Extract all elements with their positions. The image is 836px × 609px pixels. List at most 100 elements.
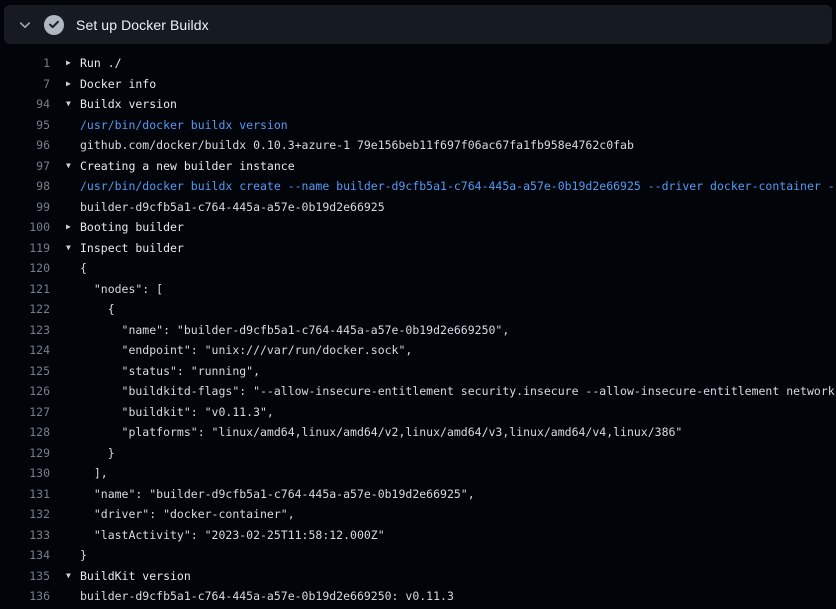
log-text: "lastActivity": "2023-02-25T11:58:12.000… <box>80 525 385 546</box>
arrow-spacer <box>66 361 80 382</box>
log-group-row[interactable]: 7 ▶Docker info <box>0 74 836 95</box>
line-number[interactable]: 120 <box>0 258 50 279</box>
log-row: 99 builder-d9cfb5a1-c764-445a-a57e-0b19d2… <box>0 197 836 218</box>
log-row: 98/usr/bin/docker buildx create --name b… <box>0 176 836 197</box>
line-number[interactable]: 119 <box>0 238 50 259</box>
line-number[interactable]: 124 <box>0 340 50 361</box>
log-text: Booting builder <box>80 217 184 238</box>
arrow-spacer <box>66 443 80 464</box>
triangle-right-icon[interactable]: ▶ <box>66 74 80 95</box>
arrow-spacer <box>66 422 80 443</box>
log-row: 132 "driver": "docker-container", <box>0 504 836 525</box>
arrow-spacer <box>66 463 80 484</box>
triangle-down-icon[interactable]: ▼ <box>66 156 80 177</box>
triangle-right-icon[interactable]: ▶ <box>66 53 80 74</box>
line-number[interactable]: 136 <box>0 586 50 607</box>
log-group-row[interactable]: 94 ▼Buildx version <box>0 94 836 115</box>
log-text: /usr/bin/docker buildx create --name bui… <box>80 176 836 197</box>
log-text: "nodes": [ <box>80 279 163 300</box>
line-number[interactable]: 135 <box>0 566 50 587</box>
log-group-row[interactable]: 135 ▼BuildKit version <box>0 566 836 587</box>
log-row: 133 "lastActivity": "2023-02-25T11:58:12… <box>0 525 836 546</box>
arrow-spacer <box>66 115 80 136</box>
log-rows: 1▶Run ./7▶Docker info94▼Buildx version95… <box>0 53 836 607</box>
arrow-spacer <box>66 545 80 566</box>
line-number[interactable]: 126 <box>0 381 50 402</box>
log-row: 120 { <box>0 258 836 279</box>
line-number[interactable]: 130 <box>0 463 50 484</box>
log-group-row[interactable]: 100 ▶Booting builder <box>0 217 836 238</box>
log-text: builder-d9cfb5a1-c764-445a-a57e-0b19d2e6… <box>80 586 454 607</box>
line-number[interactable]: 133 <box>0 525 50 546</box>
log-text: "endpoint": "unix:///var/run/docker.sock… <box>80 340 412 361</box>
line-number[interactable]: 125 <box>0 361 50 382</box>
log-text: "buildkit": "v0.11.3", <box>80 402 274 423</box>
log-text: Docker info <box>80 74 156 95</box>
log-text: /usr/bin/docker buildx version <box>80 115 288 136</box>
triangle-down-icon[interactable]: ▼ <box>66 566 80 587</box>
log-group-row[interactable]: 1 ▶Run ./ <box>0 53 836 74</box>
log-text: } <box>80 443 115 464</box>
step-header[interactable]: Set up Docker Buildx <box>4 5 832 44</box>
log-group-row[interactable]: 97▼Creating a new builder instance <box>0 156 836 177</box>
log-text: "status": "running", <box>80 361 260 382</box>
arrow-spacer <box>66 381 80 402</box>
arrow-spacer <box>66 340 80 361</box>
line-number[interactable]: 95 <box>0 115 50 136</box>
log-text: { <box>80 299 115 320</box>
arrow-spacer <box>66 586 80 607</box>
log-row: 129 } <box>0 443 836 464</box>
line-number[interactable]: 131 <box>0 484 50 505</box>
log-text: "platforms": "linux/amd64,linux/amd64/v2… <box>80 422 682 443</box>
log-text: github.com/docker/buildx 0.10.3+azure-1 … <box>80 135 634 156</box>
arrow-spacer <box>66 258 80 279</box>
line-number[interactable]: 121 <box>0 279 50 300</box>
arrow-spacer <box>66 299 80 320</box>
log-row: 95/usr/bin/docker buildx version <box>0 115 836 136</box>
log-row: 130 ], <box>0 463 836 484</box>
log-text: "name": "builder-d9cfb5a1-c764-445a-a57e… <box>80 484 475 505</box>
line-number[interactable]: 134 <box>0 545 50 566</box>
log-row: 131 "name": "builder-d9cfb5a1-c764-445a-… <box>0 484 836 505</box>
log-row: 121 "nodes": [ <box>0 279 836 300</box>
arrow-spacer <box>66 320 80 341</box>
line-number[interactable]: 97 <box>0 156 50 177</box>
log-row: 123 "name": "builder-d9cfb5a1-c764-445a-… <box>0 320 836 341</box>
check-circle-icon <box>44 15 64 35</box>
log-text: { <box>80 258 87 279</box>
log-text: ], <box>80 463 108 484</box>
line-number[interactable]: 128 <box>0 422 50 443</box>
log-text: Run ./ <box>80 53 122 74</box>
line-number[interactable]: 123 <box>0 320 50 341</box>
triangle-down-icon[interactable]: ▼ <box>66 238 80 259</box>
line-number[interactable]: 1 <box>0 53 50 74</box>
log-group-row[interactable]: 119▼Inspect builder <box>0 238 836 259</box>
line-number[interactable]: 122 <box>0 299 50 320</box>
line-number[interactable]: 129 <box>0 443 50 464</box>
step-title: Set up Docker Buildx <box>76 17 209 33</box>
log-text: "buildkitd-flags": "--allow-insecure-ent… <box>80 381 836 402</box>
arrow-spacer <box>66 504 80 525</box>
arrow-spacer <box>66 176 80 197</box>
line-number[interactable]: 96 <box>0 135 50 156</box>
triangle-right-icon[interactable]: ▶ <box>66 217 80 238</box>
line-number[interactable]: 7 <box>0 74 50 95</box>
line-number[interactable]: 94 <box>0 94 50 115</box>
line-number[interactable]: 98 <box>0 176 50 197</box>
log-text: BuildKit version <box>80 566 191 587</box>
log-text: builder-d9cfb5a1-c764-445a-a57e-0b19d2e6… <box>80 197 385 218</box>
log-row: 122 { <box>0 299 836 320</box>
arrow-spacer <box>66 402 80 423</box>
log-row: 136 builder-d9cfb5a1-c764-445a-a57e-0b19d… <box>0 586 836 607</box>
arrow-spacer <box>66 525 80 546</box>
log-text: Buildx version <box>80 94 177 115</box>
arrow-spacer <box>66 484 80 505</box>
line-number[interactable]: 127 <box>0 402 50 423</box>
line-number[interactable]: 99 <box>0 197 50 218</box>
line-number[interactable]: 132 <box>0 504 50 525</box>
log-row: 96 github.com/docker/buildx 0.10.3+azure-… <box>0 135 836 156</box>
log-row: 128 "platforms": "linux/amd64,linux/amd6… <box>0 422 836 443</box>
chevron-down-icon[interactable] <box>18 18 32 32</box>
line-number[interactable]: 100 <box>0 217 50 238</box>
triangle-down-icon[interactable]: ▼ <box>66 94 80 115</box>
